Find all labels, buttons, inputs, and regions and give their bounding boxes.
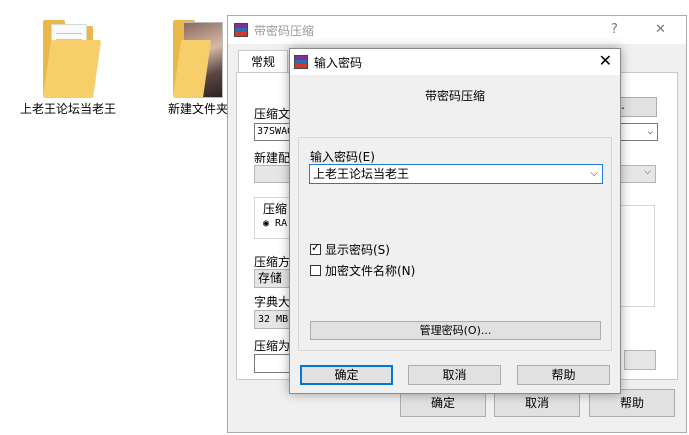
dialog-heading: 带密码压缩 — [424, 89, 485, 103]
checkbox-unchecked-icon[interactable] — [310, 265, 321, 276]
folder-icon — [167, 18, 229, 98]
chevron-down-icon[interactable]: ⌵ — [590, 165, 598, 183]
desktop-folder-1[interactable]: 上老王论坛当老王 — [20, 18, 116, 117]
checkbox-checked-icon[interactable] — [310, 241, 321, 255]
help-icon[interactable]: ? — [611, 22, 618, 37]
winrar-icon — [294, 55, 308, 69]
window-title: 带密码压缩 — [254, 23, 315, 38]
password-dialog: 输入密码 ✕ 带密码压缩 输入密码(E) 上老王论坛当老王 ⌵ 显示密码(S) … — [289, 48, 621, 394]
winrar-icon — [234, 23, 248, 37]
archive-name-label: 压缩文 — [254, 107, 291, 121]
chevron-down-icon: ⌵ — [644, 167, 651, 177]
ok-button[interactable]: 确定 — [300, 365, 393, 385]
title-bar: 带密码压缩 ? ✕ — [228, 16, 686, 44]
format-radio-rar[interactable]: ◉ RA — [263, 218, 287, 229]
password-input[interactable]: 上老王论坛当老王 ⌵ — [309, 164, 603, 184]
title-bar: 输入密码 ✕ — [290, 49, 620, 75]
tab-general[interactable]: 常规 — [238, 50, 288, 73]
folder-icon — [37, 18, 102, 98]
help-button[interactable]: 帮助 — [517, 365, 610, 385]
desktop-folder-label: 上老王论坛当老王 — [20, 102, 117, 116]
encrypt-filenames-checkbox[interactable]: 加密文件名称(N) — [310, 262, 415, 279]
cancel-button[interactable]: 取消 — [408, 365, 501, 385]
method-label: 压缩方 — [254, 255, 291, 269]
dialog-title: 输入密码 — [314, 56, 363, 70]
split-label: 压缩为 — [254, 339, 291, 353]
format-group-label: 压缩 — [263, 200, 288, 217]
close-icon[interactable]: ✕ — [599, 51, 612, 70]
dict-label: 字典大 — [254, 295, 291, 309]
password-label: 输入密码(E) — [310, 150, 375, 164]
chevron-down-icon: ⌵ — [647, 127, 653, 137]
new-config-label: 新建配 — [254, 151, 291, 165]
manage-passwords-button[interactable]: 管理密码(O)... — [310, 321, 601, 340]
close-icon[interactable]: ✕ — [655, 22, 666, 37]
set-password-button[interactable] — [624, 350, 656, 370]
show-password-checkbox[interactable]: 显示密码(S) — [310, 241, 390, 258]
